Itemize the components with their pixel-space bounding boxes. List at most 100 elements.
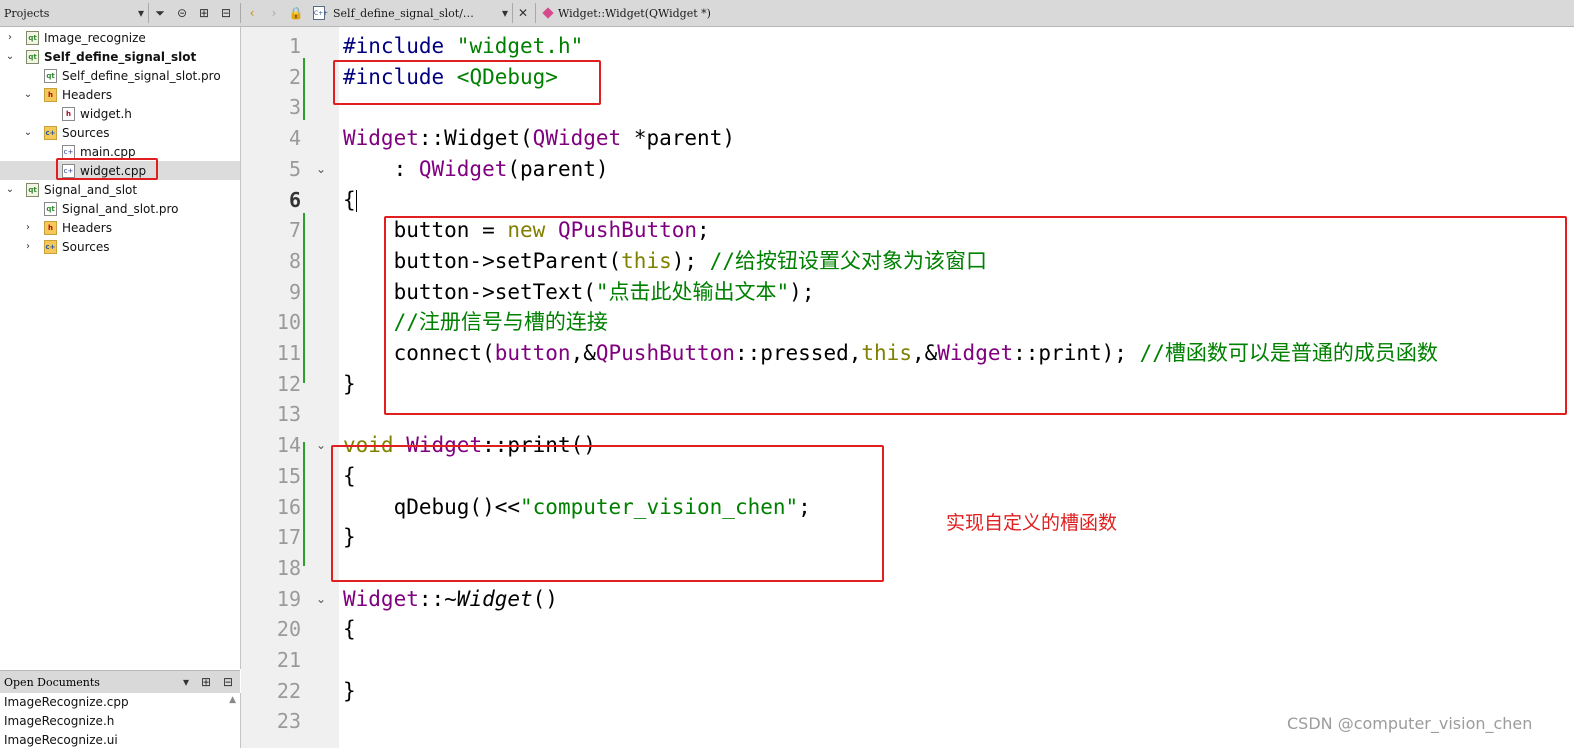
tree-item[interactable]: › h Headers [0,218,240,237]
line-number: 1 [288,34,301,58]
tree-item[interactable]: › c+ Sources [0,237,240,256]
line-number: 8 [288,248,301,273]
folder-icon: h [44,88,57,102]
line-number: 14 [276,433,301,458]
code-line[interactable]: } [343,369,356,400]
chevron-down-icon[interactable]: ▾ [178,674,194,690]
code-token: QWidget [418,156,508,181]
line-number: 18 [276,555,301,580]
tree-item[interactable]: ⌄ qt Signal_and_slot [0,180,240,199]
chevron-down-icon[interactable]: ▾ [497,5,513,21]
tree-item[interactable]: › qt Image_recognize [0,28,240,47]
cpp-file-icon: C++ [313,6,328,20]
project-icon: qt [26,31,39,45]
code-token: { [343,617,356,642]
highlight-box-include [333,60,601,105]
chevron-down-icon[interactable]: ⌄ [4,51,16,62]
close-icon[interactable]: ✕ [515,5,531,21]
top-toolbar: Projects ▾ ⏷ ⊝ ⊞ ⊟ ‹ › 🔒 C++ Self_define… [0,0,1574,27]
function-crumb[interactable]: Widget::Widget(QWidget *) [558,7,711,20]
chevron-right-icon[interactable]: › [4,32,16,43]
file-icon: qt [44,202,57,216]
line-number: 22 [276,678,301,703]
code-line[interactable]: } [343,676,356,707]
code-token: "widget.h" [456,34,584,58]
line-number: 11 [276,341,301,365]
code-token: *parent) [621,126,735,151]
close-pane-icon[interactable]: ⊟ [218,5,234,21]
code-token: () [532,586,558,611]
fold-toggle-icon[interactable]: ⌄ [316,162,326,176]
tree-item[interactable]: h widget.h [0,104,240,123]
tree-item[interactable]: ⌄ c+ Sources [0,123,240,142]
highlight-box-print-slot [331,445,884,582]
close-pane-icon[interactable]: ⊟ [220,674,236,690]
code-token: Widget [343,126,419,151]
code-token: } [343,678,356,703]
file-icon: qt [44,69,57,83]
code-line[interactable]: #include "widget.h" [343,31,583,62]
code-line[interactable]: { [343,614,356,645]
tree-item[interactable]: ⌄ h Headers [0,85,240,104]
code-token: ( [520,126,533,151]
line-number: 6 [288,187,301,212]
code-token: Widget [456,586,533,611]
chevron-down-icon[interactable]: ▾ [133,5,149,21]
project-icon: qt [26,183,39,197]
watermark: CSDN @computer_vision_chen [1287,714,1533,733]
tree-item[interactable]: ⌄ qt Self_define_signal_slot [0,47,240,66]
tree-item[interactable]: qt Signal_and_slot.pro [0,199,240,218]
line-number: 5 [288,156,301,181]
modified-marker [303,58,305,120]
tree-item-label: Signal_and_slot.pro [62,201,179,216]
open-document-item[interactable]: ImageRecognize.h [4,712,114,731]
project-tree: › qt Image_recognize ⌄ qt Self_define_signal_… [0,27,241,669]
open-file-selector[interactable]: Self_define_signal_slot/… [333,7,474,20]
code-token: (parent) [507,156,609,181]
back-icon[interactable]: ‹ [244,5,260,21]
code-token: : [343,156,419,181]
fold-toggle-icon[interactable]: ⌄ [316,592,326,606]
code-token: Widget [343,586,419,611]
code-line[interactable]: { [343,185,357,216]
code-line[interactable]: : QWidget(parent) [343,154,609,185]
tree-item-label: Sources [62,125,110,140]
line-number: 15 [276,463,301,488]
highlight-box-constructor [384,216,1567,415]
tree-item[interactable]: qt Self_define_signal_slot.pro [0,66,240,85]
file-icon: h [62,107,75,121]
fold-toggle-icon[interactable]: ⌄ [316,438,326,452]
chevron-down-icon[interactable]: ⌄ [22,89,34,100]
chevron-right-icon[interactable]: › [22,222,34,233]
split-icon[interactable]: ⊞ [196,5,212,21]
line-number: 16 [276,494,301,519]
code-line[interactable]: Widget::~Widget() [343,584,558,615]
code-line[interactable]: Widget::Widget(QWidget *parent) [343,123,735,154]
open-document-item[interactable]: ImageRecognize.ui [4,731,118,748]
line-number: 12 [276,371,301,396]
tree-item-label: Signal_and_slot [44,182,138,197]
tree-item-label: Headers [62,220,112,235]
projects-label: Projects [4,6,50,20]
filter-icon[interactable]: ⏷ [152,5,168,21]
split-icon[interactable]: ⊞ [198,674,214,690]
function-icon [542,7,554,19]
chevron-right-icon[interactable]: › [22,241,34,252]
scroll-up-icon[interactable]: ▲ [229,695,236,705]
code-token: { [343,187,356,212]
forward-icon[interactable]: › [266,5,282,21]
chevron-down-icon[interactable]: ⌄ [4,184,16,195]
tree-item-label: Self_define_signal_slot.pro [62,68,221,83]
line-number: 13 [276,402,301,427]
open-document-item[interactable]: ImageRecognize.cpp [4,693,129,712]
chevron-down-icon[interactable]: ⌄ [22,127,34,138]
code-token: :: [418,126,445,151]
code-token: ::~ [418,586,457,611]
tree-item-label: Image_recognize [44,30,146,45]
folder-icon: c+ [44,240,57,254]
code-token: } [343,371,356,396]
line-number: 10 [276,310,301,335]
link-icon[interactable]: ⊝ [174,5,190,21]
text-cursor [355,189,357,212]
code-token: QWidget [532,126,622,151]
